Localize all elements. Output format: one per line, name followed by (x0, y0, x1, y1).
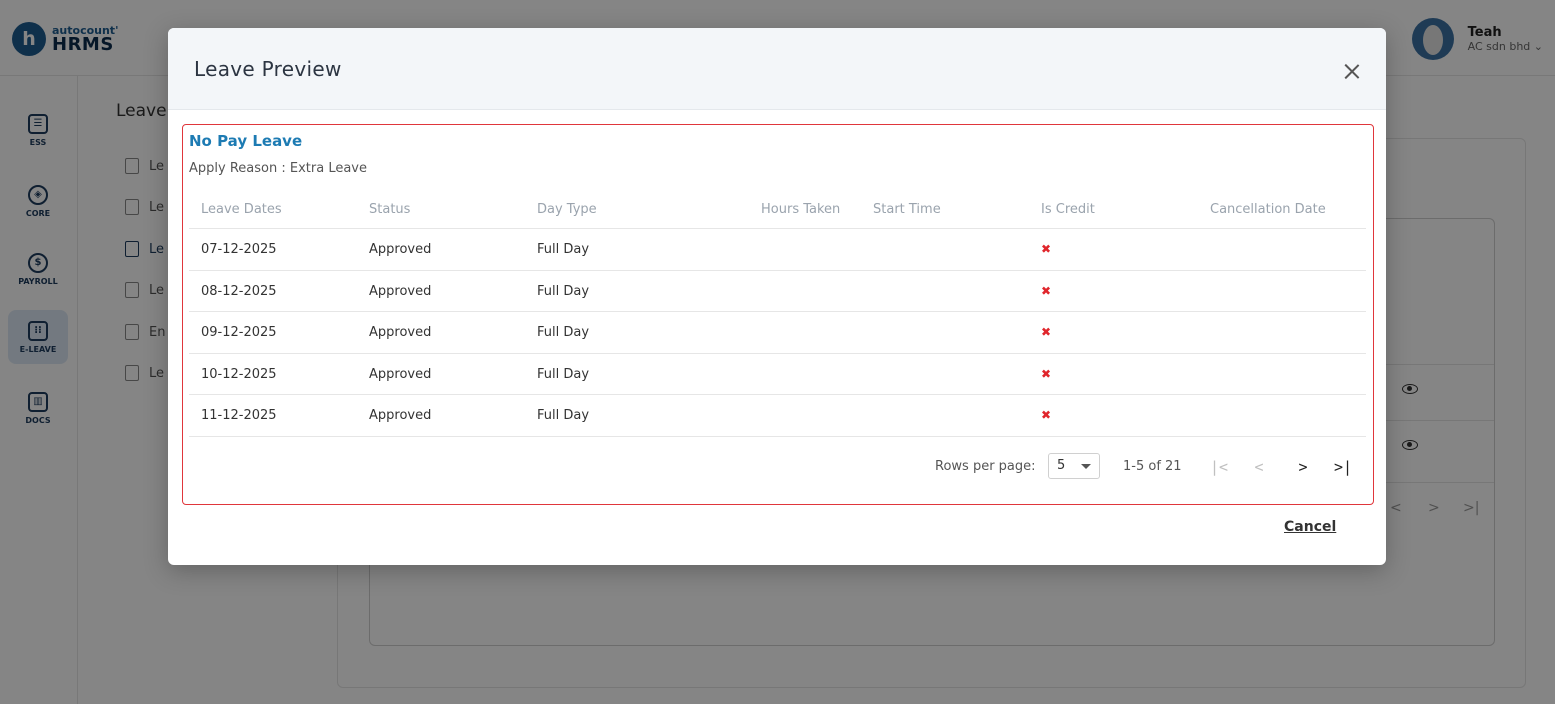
cancel-button[interactable]: Cancel (1284, 519, 1336, 535)
leave-date-cell: 11-12-2025 (201, 408, 277, 423)
day-type-cell: Full Day (537, 366, 590, 382)
last-page-button[interactable]: >| (1331, 455, 1355, 479)
rows-per-page-label: Rows per page: (935, 459, 1036, 474)
table-row: 07-12-2025 Approved Full Day ✖ (189, 229, 1366, 271)
status-cell: Approved (369, 242, 432, 257)
table-row: 08-12-2025 Approved Full Day ✖ (189, 271, 1366, 312)
table-row: 09-12-2025 Approved Full Day ✖ (189, 312, 1366, 354)
table-row: 11-12-2025 Approved Full Day ✖ (189, 395, 1366, 437)
cross-icon: ✖ (1041, 242, 1052, 256)
column-header-is-credit[interactable]: Is Credit (1041, 191, 1095, 229)
apply-reason-value: Extra Leave (289, 161, 367, 176)
dialog-title: Leave Preview (194, 57, 342, 81)
column-header-status[interactable]: Status (369, 191, 410, 229)
pagination-range: 1-5 of 21 (1123, 459, 1182, 474)
day-type-cell: Full Day (537, 283, 590, 299)
day-type-cell: Full Day (537, 325, 590, 340)
cross-icon: ✖ (1041, 408, 1052, 422)
apply-reason: Apply Reason : Extra Leave (189, 161, 367, 176)
table-row: 10-12-2025 Approved Full Day ✖ (189, 354, 1366, 395)
leave-preview-dialog: Leave Preview No Pay Leave Apply Reason … (168, 28, 1386, 565)
leave-preview-panel: No Pay Leave Apply Reason : Extra Leave … (182, 124, 1374, 505)
column-header-cancellation-date[interactable]: Cancellation Date (1210, 191, 1326, 229)
close-icon[interactable] (1340, 60, 1364, 84)
table-pagination: Rows per page: 5 1-5 of 21 |< < > >| (183, 451, 1373, 483)
leave-type-title: No Pay Leave (189, 132, 303, 150)
rows-per-page-select[interactable]: 5 (1048, 453, 1100, 479)
cross-icon: ✖ (1041, 325, 1052, 339)
cross-icon: ✖ (1041, 366, 1052, 381)
column-header-leave-dates[interactable]: Leave Dates (201, 191, 282, 229)
status-cell: Approved (369, 408, 432, 423)
day-type-cell: Full Day (537, 408, 590, 423)
rows-per-page-value: 5 (1057, 458, 1066, 473)
leave-date-cell: 07-12-2025 (201, 242, 277, 257)
next-page-button[interactable]: > (1291, 455, 1315, 479)
column-header-hours-taken[interactable]: Hours Taken (761, 191, 840, 229)
leave-date-cell: 08-12-2025 (201, 283, 277, 299)
dialog-header: Leave Preview (168, 28, 1386, 110)
previous-page-button[interactable]: < (1247, 455, 1271, 479)
leave-date-cell: 09-12-2025 (201, 325, 277, 340)
day-type-cell: Full Day (537, 242, 590, 257)
leave-date-cell: 10-12-2025 (201, 366, 277, 382)
leave-dates-table: Leave Dates Status Day Type Hours Taken … (189, 191, 1366, 437)
status-cell: Approved (369, 325, 432, 340)
column-header-day-type[interactable]: Day Type (537, 191, 597, 229)
table-header: Leave Dates Status Day Type Hours Taken … (189, 191, 1366, 229)
status-cell: Approved (369, 283, 432, 299)
column-header-start-time[interactable]: Start Time (873, 191, 941, 229)
cross-icon: ✖ (1041, 283, 1052, 298)
caret-down-icon (1081, 464, 1091, 469)
apply-reason-label: Apply Reason : (189, 161, 286, 176)
first-page-button[interactable]: |< (1207, 455, 1231, 479)
status-cell: Approved (369, 366, 432, 382)
